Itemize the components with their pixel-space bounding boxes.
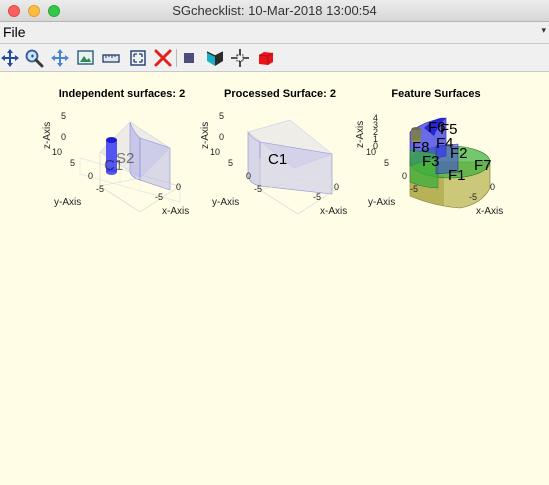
x-tick: -5 xyxy=(313,192,321,202)
plot-title-processed-surface: Processed Surface: 2 xyxy=(224,88,336,100)
crosshair-icon[interactable] xyxy=(230,48,250,68)
fit-view-icon[interactable] xyxy=(128,48,148,68)
y-axis-label: y-Axis xyxy=(212,197,239,208)
y-tick: 0 xyxy=(88,171,93,181)
z-tick: 0 xyxy=(61,132,66,142)
plot-independent-surfaces[interactable]: S2 C1 5 0 z-Axis 10 5 0 -5 y-Axis -5 0 x… xyxy=(40,102,200,252)
z-axis-label: z-Axis xyxy=(355,121,366,148)
plot-title-independent-surfaces: Independent surfaces: 2 xyxy=(58,88,186,100)
surface-label: C1 xyxy=(104,157,123,174)
feature-label: F7 xyxy=(474,157,492,174)
x-tick: 0 xyxy=(490,182,495,192)
y-tick: 5 xyxy=(70,158,75,168)
toolbar-separator xyxy=(176,49,177,67)
y-tick: 5 xyxy=(228,158,233,168)
y-tick: 10 xyxy=(366,147,376,157)
menubar-overflow-icon[interactable]: ▾ xyxy=(541,25,546,36)
x-axis-label: x-Axis xyxy=(162,206,189,217)
y-tick: -5 xyxy=(96,184,104,194)
z-axis-label: z-Axis xyxy=(42,122,53,149)
y-axis-label: y-Axis xyxy=(54,197,81,208)
plot-processed-surface[interactable]: C1 5 0 z-Axis 10 5 0 -5 y-Axis -5 0 x-Ax… xyxy=(198,102,358,252)
feature-label: F1 xyxy=(448,167,466,184)
ruler-icon[interactable] xyxy=(101,48,121,68)
delete-icon[interactable] xyxy=(153,48,173,68)
colormap-icon[interactable] xyxy=(205,48,225,68)
x-tick: -5 xyxy=(469,192,477,202)
solid-cube-icon[interactable] xyxy=(256,48,276,68)
surface-label: C1 xyxy=(268,151,287,168)
feature-label: F3 xyxy=(422,153,440,170)
x-tick: 0 xyxy=(334,182,339,192)
square-icon[interactable] xyxy=(179,48,199,68)
figure-area: Independent surfaces: 2 S2 C1 5 0 z-Axis… xyxy=(0,72,549,485)
x-tick: -5 xyxy=(155,192,163,202)
menu-file[interactable]: File xyxy=(3,24,26,40)
export-image-icon[interactable] xyxy=(76,48,96,68)
x-tick: 0 xyxy=(176,182,181,192)
x-axis-label: x-Axis xyxy=(320,206,347,217)
y-tick: -5 xyxy=(254,184,262,194)
y-axis-label: y-Axis xyxy=(368,197,395,208)
y-tick: -5 xyxy=(410,184,418,194)
y-tick: 10 xyxy=(210,147,220,157)
window-titlebar: SGchecklist: 10-Mar-2018 13:00:54 xyxy=(0,0,549,22)
y-tick: 0 xyxy=(402,171,407,181)
feature-label: F2 xyxy=(450,145,468,162)
toolbar xyxy=(0,44,549,72)
y-tick: 10 xyxy=(52,147,62,157)
y-tick: 5 xyxy=(384,158,389,168)
rotate-3d-icon[interactable] xyxy=(0,48,20,68)
plot-feature-surfaces[interactable]: F6 F5 F8 F4 F2 F3 F7 F1 4 3 2 1 0 z-Axis… xyxy=(354,102,514,252)
pan-icon[interactable] xyxy=(50,48,70,68)
plot-title-feature-surfaces: Feature Surfaces xyxy=(391,88,481,100)
z-tick: 5 xyxy=(219,111,224,121)
z-tick: 0 xyxy=(219,132,224,142)
menubar: File ▾ xyxy=(0,22,549,44)
z-tick: 5 xyxy=(61,111,66,121)
zoom-icon[interactable] xyxy=(24,48,44,68)
z-axis-label: z-Axis xyxy=(200,122,211,149)
x-axis-label: x-Axis xyxy=(476,206,503,217)
window-title: SGchecklist: 10-Mar-2018 13:00:54 xyxy=(172,3,377,18)
y-tick: 0 xyxy=(246,171,251,181)
